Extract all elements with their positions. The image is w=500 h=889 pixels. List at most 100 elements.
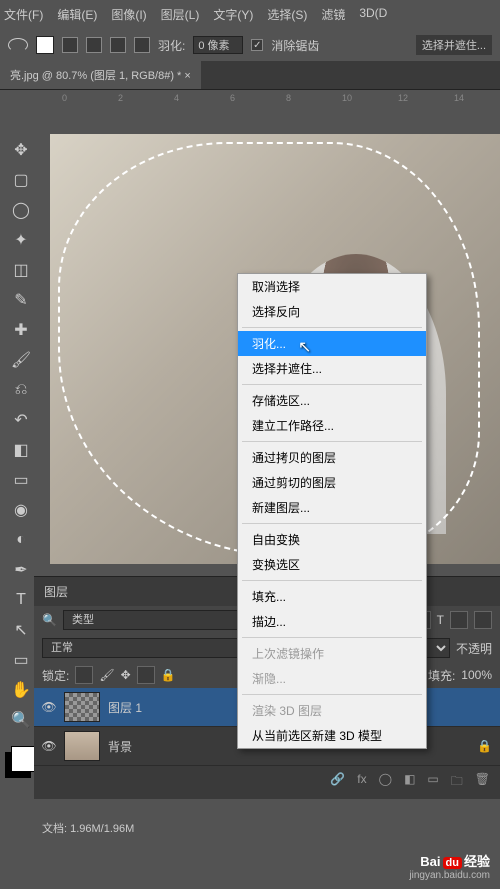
type-filter-icon[interactable]: T: [437, 613, 444, 627]
menu-item[interactable]: 滤镜: [321, 6, 345, 23]
menu-bar: 文件(F) 编辑(E) 图像(I) 图层(L) 文字(Y) 选择(S) 滤镜 3D(D: [0, 0, 500, 29]
fill-label: 填充:: [428, 667, 455, 684]
antialias-checkbox[interactable]: ✓: [251, 39, 263, 51]
crop-tool[interactable]: ◫: [9, 258, 33, 282]
type-tool[interactable]: T: [9, 588, 33, 612]
layer-name[interactable]: 图层 1: [108, 699, 142, 716]
dodge-tool[interactable]: ◐: [9, 528, 33, 552]
selection-subtract[interactable]: [110, 37, 126, 53]
context-menu-item[interactable]: 羽化...: [238, 331, 426, 356]
ruler-tick: 10: [342, 93, 352, 103]
layer-thumb[interactable]: [64, 731, 100, 761]
context-menu-item: 上次滤镜操作: [238, 641, 426, 666]
layer-thumb[interactable]: [64, 692, 100, 722]
menu-item[interactable]: 文字(Y): [213, 6, 253, 23]
document-tab[interactable]: 亮.jpg @ 80.7% (图层 1, RGB/8#) * ×: [0, 61, 201, 89]
context-menu-item[interactable]: 新建图层...: [238, 495, 426, 520]
search-icon: 🔍: [42, 613, 57, 627]
hand-tool[interactable]: ✋: [9, 678, 33, 702]
options-bar: 羽化: ✓ 消除锯齿 选择并遮住...: [0, 29, 500, 61]
eraser-tool[interactable]: ◧: [9, 438, 33, 462]
heal-tool[interactable]: ✚: [9, 318, 33, 342]
foreground-swatch[interactable]: [36, 36, 54, 54]
menu-separator: [242, 580, 422, 581]
panel-foot-button[interactable]: ▭: [427, 772, 438, 793]
context-menu-item[interactable]: 存储选区...: [238, 388, 426, 413]
menu-separator: [242, 637, 422, 638]
selection-intersect[interactable]: [134, 37, 150, 53]
panel-foot-button[interactable]: ◧: [404, 772, 415, 793]
menu-item[interactable]: 图层(L): [161, 6, 200, 23]
shape-tool[interactable]: ▭: [9, 648, 33, 672]
visibility-icon[interactable]: 👁: [42, 739, 56, 753]
status-bar: 文档: 1.96M/1.96M: [34, 817, 142, 839]
path-tool[interactable]: ↖: [9, 618, 33, 642]
filter-shape-icon[interactable]: [450, 611, 468, 629]
context-menu-item: 渲染 3D 图层: [238, 698, 426, 723]
context-menu-item[interactable]: 建立工作路径...: [238, 413, 426, 438]
menu-separator: [242, 441, 422, 442]
menu-item[interactable]: 编辑(E): [57, 6, 97, 23]
context-menu-item[interactable]: 自由变换: [238, 527, 426, 552]
fill-value[interactable]: 100%: [461, 668, 492, 682]
menu-item[interactable]: 文件(F): [4, 6, 43, 23]
context-menu-item[interactable]: 从当前选区新建 3D 模型: [238, 723, 426, 748]
panel-footer: 🔗 fx ◯ ◧ ▭ 🗀 🗑: [34, 766, 500, 799]
lock-trans-icon[interactable]: [75, 666, 93, 684]
lock-move-icon[interactable]: ✥: [121, 668, 131, 682]
lock-brush-icon[interactable]: 🖌: [99, 668, 114, 682]
move-tool[interactable]: ✥: [9, 138, 33, 162]
lock-artboard-icon[interactable]: [137, 666, 155, 684]
feather-input[interactable]: [193, 36, 243, 54]
ruler-tick: 12: [398, 93, 408, 103]
panel-foot-button[interactable]: 🔗: [330, 772, 345, 793]
menu-item[interactable]: 选择(S): [267, 6, 307, 23]
gradient-tool[interactable]: ▭: [9, 468, 33, 492]
context-menu-item[interactable]: 选择反向: [238, 299, 426, 324]
layer-name[interactable]: 背景: [108, 738, 132, 755]
menu-item[interactable]: 3D(D: [359, 6, 387, 23]
feather-label: 羽化:: [158, 37, 185, 54]
history-tool[interactable]: ↶: [9, 408, 33, 432]
opacity-label: 不透明: [456, 640, 492, 657]
panel-foot-button[interactable]: 🗀: [451, 772, 463, 793]
brush-tool[interactable]: 🖌: [9, 348, 33, 372]
watermark: Baidu经验 jingyan.baidu.com: [409, 851, 490, 881]
select-and-mask-button[interactable]: 选择并遮住...: [416, 35, 492, 55]
selection-add[interactable]: [86, 37, 102, 53]
blur-tool[interactable]: ◉: [9, 498, 33, 522]
lock-icon: 🔒: [477, 739, 492, 753]
close-icon[interactable]: ×: [184, 70, 190, 82]
menu-item[interactable]: 图像(I): [111, 6, 146, 23]
context-menu-item[interactable]: 通过拷贝的图层: [238, 445, 426, 470]
zoom-tool[interactable]: 🔍: [9, 708, 33, 732]
eyedrop-tool[interactable]: ✎: [9, 288, 33, 312]
ruler-horizontal: 02468101214: [42, 90, 500, 108]
lasso-tool[interactable]: ◯: [9, 198, 33, 222]
lock-label: 锁定:: [42, 667, 69, 684]
panel-foot-button[interactable]: 🗑: [475, 772, 490, 793]
menu-separator: [242, 694, 422, 695]
document-tab-bar: 亮.jpg @ 80.7% (图层 1, RGB/8#) * ×: [0, 61, 500, 90]
selection-new[interactable]: [62, 37, 78, 53]
context-menu-item[interactable]: 描边...: [238, 609, 426, 634]
filter-smart-icon[interactable]: [474, 611, 492, 629]
wand-tool[interactable]: ✦: [9, 228, 33, 252]
lasso-icon[interactable]: [8, 38, 28, 52]
context-menu-item[interactable]: 填充...: [238, 584, 426, 609]
context-menu-item[interactable]: 选择并遮住...: [238, 356, 426, 381]
lock-all-icon[interactable]: 🔒: [161, 668, 176, 682]
panel-foot-button[interactable]: fx: [357, 772, 366, 793]
ruler-tick: 0: [62, 93, 67, 103]
context-menu-item[interactable]: 通过剪切的图层: [238, 470, 426, 495]
ruler-tick: 8: [286, 93, 291, 103]
context-menu: 取消选择选择反向羽化...选择并遮住... 存储选区...建立工作路径... 通过拷…: [237, 273, 427, 749]
marquee-tool[interactable]: ▢: [9, 168, 33, 192]
panel-foot-button[interactable]: ◯: [379, 772, 392, 793]
context-menu-item[interactable]: 变换选区: [238, 552, 426, 577]
menu-separator: [242, 327, 422, 328]
visibility-icon[interactable]: 👁: [42, 700, 56, 714]
context-menu-item[interactable]: 取消选择: [238, 274, 426, 299]
stamp-tool[interactable]: ⎌: [9, 378, 33, 402]
pen-tool[interactable]: ✒: [9, 558, 33, 582]
